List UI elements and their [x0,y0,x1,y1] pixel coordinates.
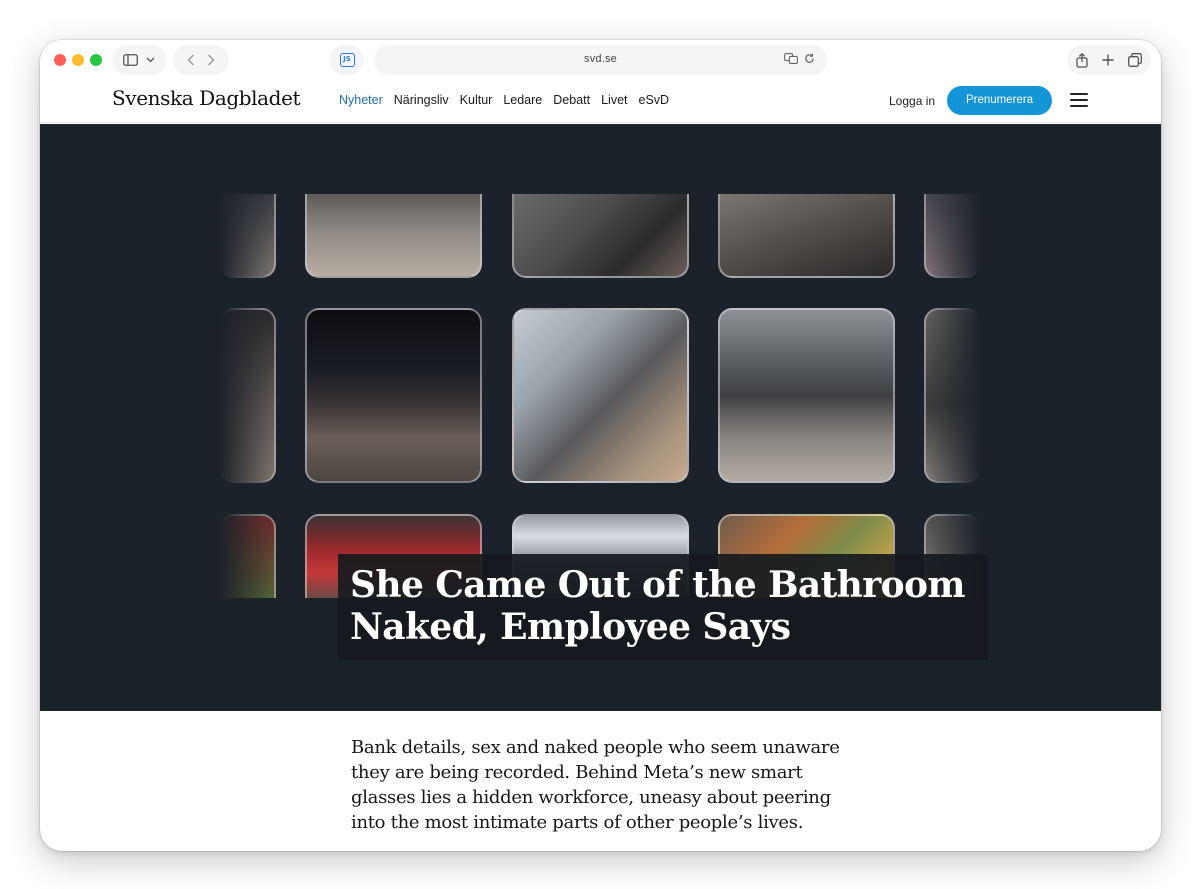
new-tab-icon[interactable] [1102,54,1114,66]
nav-item-kultur[interactable]: Kultur [460,93,493,107]
hero-image: She Came Out of the Bathroom Naked, Empl… [40,124,1161,711]
video-frame-tile [305,308,482,483]
zoom-window-button[interactable] [90,54,102,66]
subscribe-button[interactable]: Prenumerera [947,86,1052,115]
headline-box: She Came Out of the Bathroom Naked, Empl… [338,554,988,660]
address-bar-actions [784,53,815,64]
forward-icon[interactable] [207,54,215,66]
javascript-extension-button[interactable]: JS [330,45,364,75]
js-icon: JS [339,53,355,67]
reload-icon[interactable] [804,53,815,64]
back-icon[interactable] [187,54,195,66]
main-navigation: Nyheter Näringsliv Kultur Ledare Debatt … [339,93,669,107]
history-navigation [173,45,229,75]
video-frame-tile [718,194,895,278]
site-logo[interactable]: Svenska Dagbladet [112,86,301,110]
address-bar-url: svd.se [584,53,617,65]
share-icon[interactable] [1076,52,1088,68]
video-frame-tile [512,308,689,483]
minimize-window-button[interactable] [72,54,84,66]
tab-overview-icon[interactable] [1128,53,1142,67]
nav-item-debatt[interactable]: Debatt [553,93,590,107]
video-frame-tile [305,194,482,278]
edge-fade [920,184,980,604]
sidebar-toggle-button[interactable] [112,45,166,75]
article-headline: She Came Out of the Bathroom Naked, Empl… [350,564,966,648]
chevron-down-icon [146,57,155,63]
edge-fade [220,184,280,604]
article-lead: Bank details, sex and naked people who s… [351,737,840,833]
nav-item-ledare[interactable]: Ledare [503,93,542,107]
toolbar-actions [1067,45,1151,75]
translate-icon[interactable] [784,53,798,64]
hamburger-menu-icon[interactable] [1070,93,1088,108]
site-header: Svenska Dagbladet Nyheter Näringsliv Kul… [40,80,1161,123]
browser-window: JS svd.se Svenska Dagbladet Nyheter Näri… [40,40,1161,851]
nav-item-livet[interactable]: Livet [601,93,627,107]
sidebar-icon [123,54,138,66]
video-frame-tile [512,194,689,278]
browser-toolbar: JS svd.se [40,40,1161,80]
nav-item-nyheter[interactable]: Nyheter [339,93,383,107]
nav-item-esvd[interactable]: eSvD [639,93,670,107]
close-window-button[interactable] [54,54,66,66]
login-link[interactable]: Logga in [889,94,935,108]
address-bar[interactable]: svd.se [374,45,827,75]
nav-item-naringsliv[interactable]: Näringsliv [394,93,449,107]
video-frame-tile [718,308,895,483]
